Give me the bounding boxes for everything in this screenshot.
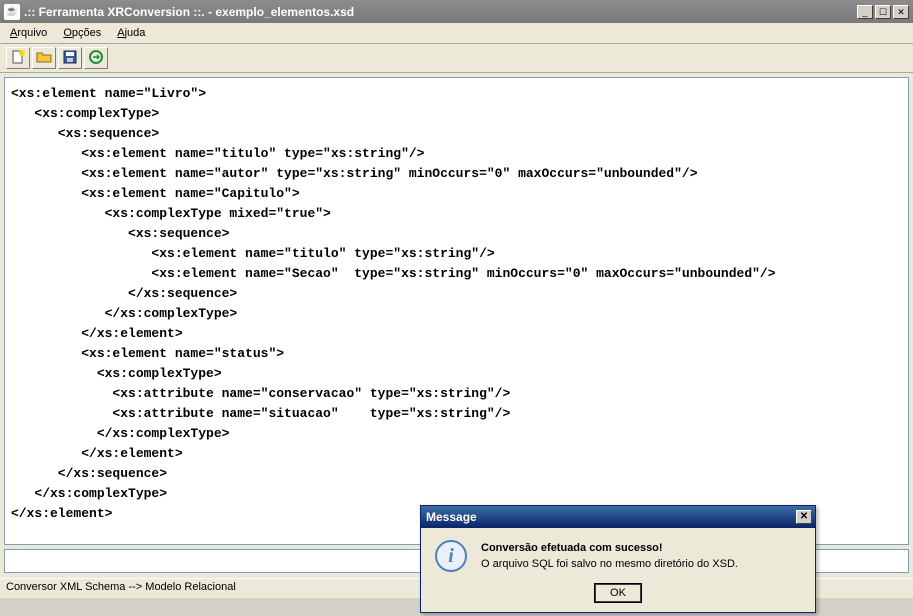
dialog-line1: Conversão efetuada com sucesso! xyxy=(481,540,738,556)
window-title: .:: Ferramenta XRConversion ::. - exempl… xyxy=(24,5,857,19)
code-editor[interactable]: <xs:element name="Livro"> <xs:complexTyp… xyxy=(4,77,909,545)
menu-arquivo[interactable]: Arquivo xyxy=(4,25,53,41)
minimize-button[interactable]: _ xyxy=(857,5,873,19)
dialog-title: Message xyxy=(424,510,796,524)
ok-button[interactable]: OK xyxy=(595,584,641,602)
open-file-icon xyxy=(36,49,52,68)
dialog-line2: O arquivo SQL foi salvo no mesmo diretór… xyxy=(481,556,738,572)
convert-button[interactable] xyxy=(84,47,108,69)
save-file-button[interactable] xyxy=(58,47,82,69)
dialog-close-button[interactable]: ✕ xyxy=(796,510,812,524)
java-icon: ☕ xyxy=(4,4,20,20)
info-icon: i xyxy=(435,540,467,572)
new-file-button[interactable] xyxy=(6,47,30,69)
dialog-footer: OK xyxy=(421,580,815,612)
status-text: Conversor XML Schema --> Modelo Relacion… xyxy=(6,581,236,593)
menu-opcoes[interactable]: Opções xyxy=(57,25,107,41)
maximize-button[interactable]: ☐ xyxy=(875,5,891,19)
convert-icon xyxy=(88,49,104,68)
close-button[interactable]: ✕ xyxy=(893,5,909,19)
dialog-titlebar[interactable]: Message ✕ xyxy=(421,506,815,528)
new-file-icon xyxy=(10,49,26,68)
save-file-icon xyxy=(62,49,78,68)
menubar: Arquivo Opções Ajuda xyxy=(0,23,913,44)
dialog-body: i Conversão efetuada com sucesso! O arqu… xyxy=(421,528,815,580)
dialog-message: Conversão efetuada com sucesso! O arquiv… xyxy=(481,540,738,572)
content-area: <xs:element name="Livro"> <xs:complexTyp… xyxy=(0,73,913,578)
window-titlebar: ☕ .:: Ferramenta XRConversion ::. - exem… xyxy=(0,0,913,23)
open-file-button[interactable] xyxy=(32,47,56,69)
toolbar xyxy=(0,44,913,73)
menu-ajuda[interactable]: Ajuda xyxy=(111,25,151,41)
window-controls: _ ☐ ✕ xyxy=(857,5,909,19)
message-dialog: Message ✕ i Conversão efetuada com suces… xyxy=(420,505,816,613)
